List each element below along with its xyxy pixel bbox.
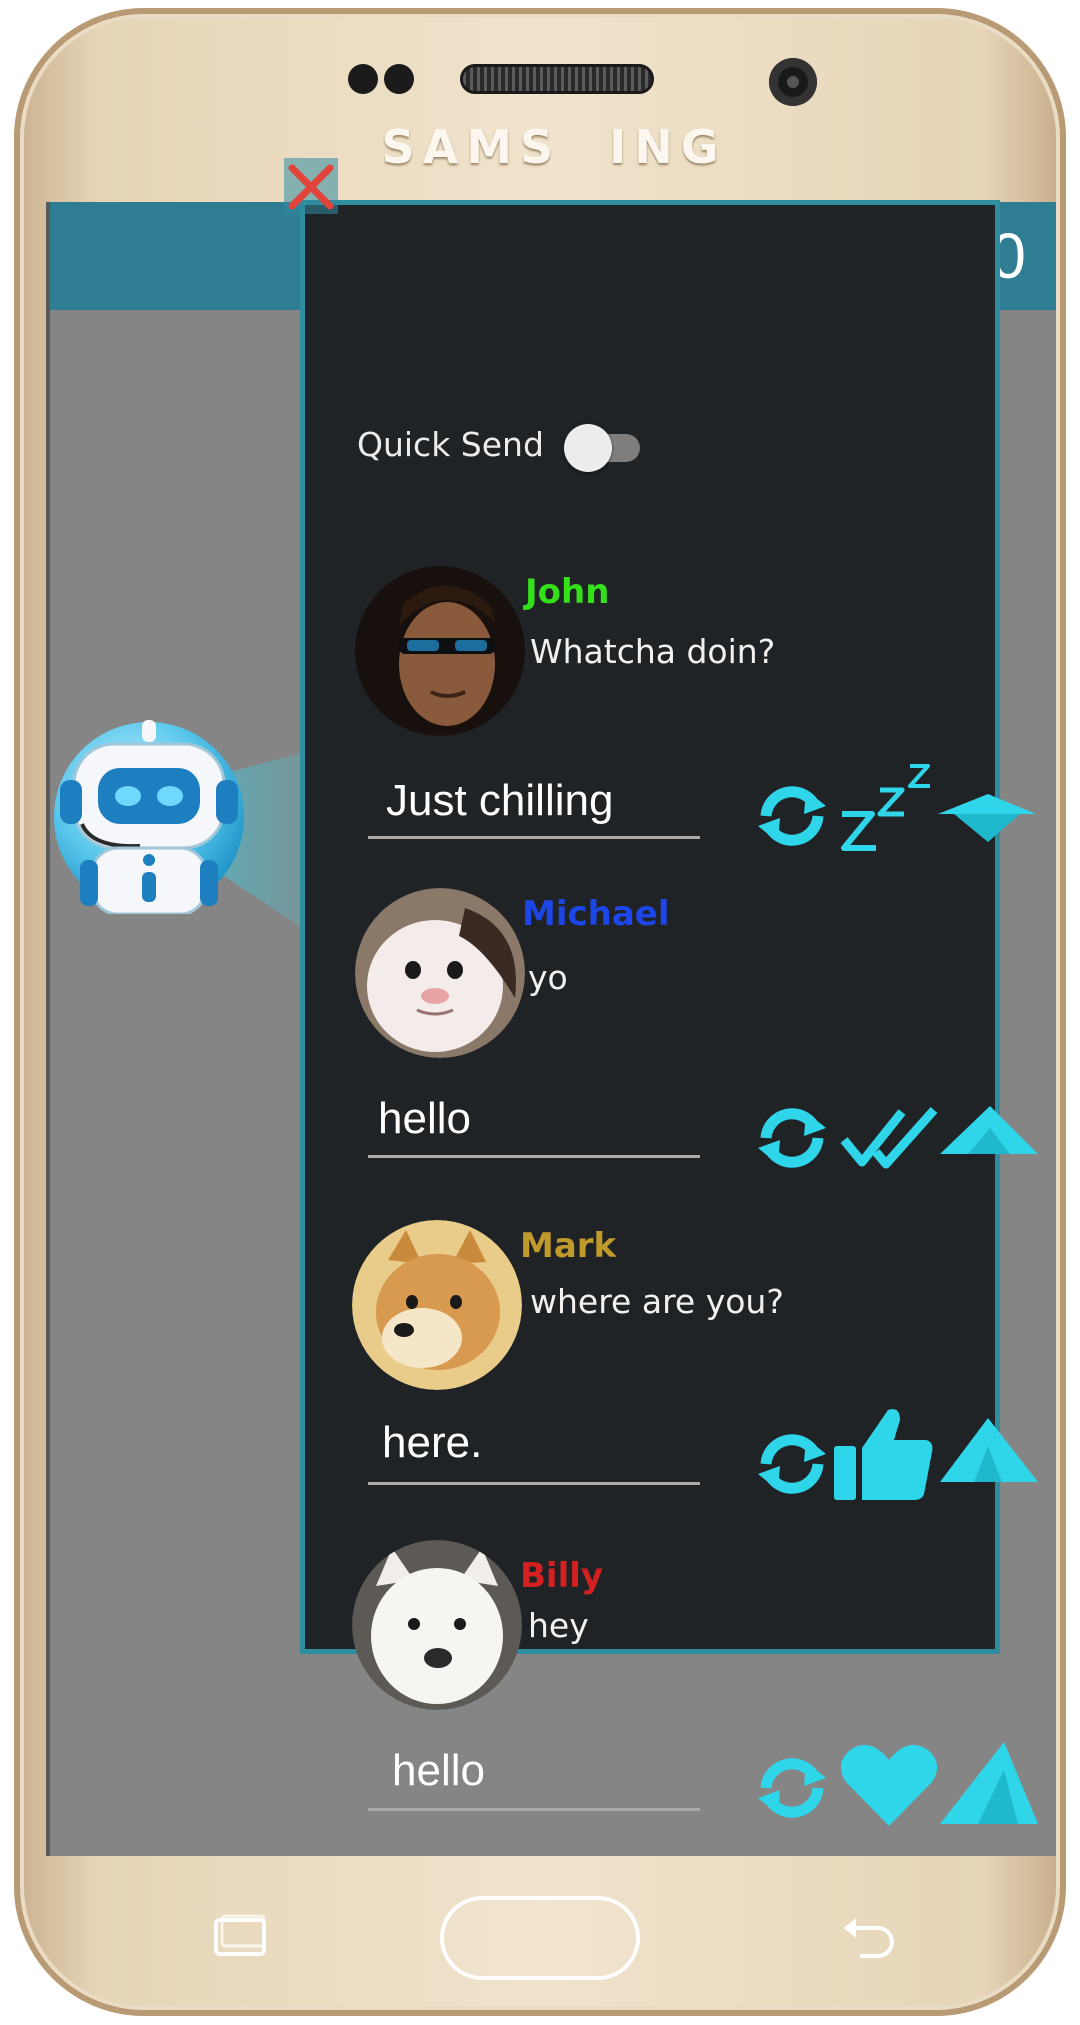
quick-send-toggle[interactable] <box>560 424 650 472</box>
avatar-john <box>355 566 525 736</box>
send-icon[interactable] <box>936 792 1038 844</box>
sleep-zzz-icon[interactable] <box>838 760 938 852</box>
quick-send-label: Quick Send <box>357 425 544 464</box>
avatar-michael <box>355 888 525 1058</box>
refresh-icon[interactable] <box>754 782 830 850</box>
incoming-message: where are you? <box>530 1282 784 1321</box>
incoming-message: Whatcha doin? <box>530 632 776 671</box>
contact-name: Mark <box>520 1226 617 1266</box>
contact-name: Billy <box>520 1556 604 1596</box>
robot-assistant-icon[interactable] <box>52 720 246 914</box>
incoming-message: hey <box>528 1606 589 1645</box>
send-icon[interactable] <box>938 1740 1040 1826</box>
reply-input-underline <box>368 1155 700 1158</box>
refresh-icon[interactable] <box>754 1754 830 1822</box>
contact-name: Michael <box>522 894 670 934</box>
close-icon[interactable] <box>284 158 338 214</box>
incoming-message: yo <box>528 958 568 997</box>
reply-input[interactable]: hello <box>378 1094 471 1144</box>
reply-input-underline <box>368 836 700 839</box>
reply-input-underline <box>368 1808 700 1811</box>
reply-input[interactable]: here. <box>382 1418 482 1468</box>
avatar-mark <box>352 1220 522 1390</box>
toggle-thumb <box>564 424 612 472</box>
contact-name: John <box>525 572 610 612</box>
avatar-billy <box>352 1540 522 1710</box>
send-icon[interactable] <box>938 1416 1040 1486</box>
heart-icon[interactable] <box>838 1742 940 1828</box>
thumbs-up-icon[interactable] <box>830 1406 934 1502</box>
reply-input-underline <box>368 1482 700 1485</box>
send-icon[interactable] <box>938 1104 1040 1164</box>
refresh-icon[interactable] <box>754 1104 830 1172</box>
reply-input[interactable]: Just chilling <box>386 776 613 826</box>
refresh-icon[interactable] <box>754 1430 830 1498</box>
double-check-icon[interactable] <box>840 1106 940 1172</box>
reply-input[interactable]: hello <box>392 1746 485 1796</box>
